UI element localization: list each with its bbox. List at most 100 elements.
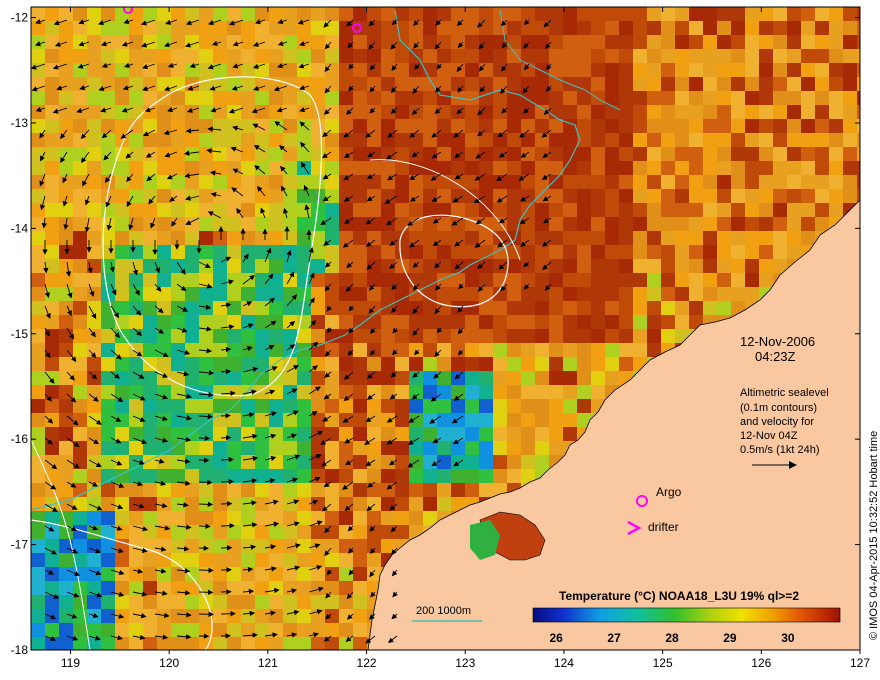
sst-pixel xyxy=(745,161,760,176)
sst-pixel xyxy=(59,133,74,148)
sst-pixel xyxy=(241,287,256,302)
sst-pixel xyxy=(381,427,396,442)
sst-pixel xyxy=(171,21,186,36)
sst-pixel xyxy=(563,133,578,148)
sst-pixel xyxy=(647,301,662,316)
sst-pixel xyxy=(199,399,214,414)
sst-pixel xyxy=(507,413,522,428)
sst-pixel xyxy=(45,161,60,176)
sst-pixel xyxy=(773,147,788,162)
sst-pixel xyxy=(73,273,88,288)
sst-pixel xyxy=(815,203,830,218)
sst-pixel xyxy=(241,119,256,134)
sst-pixel xyxy=(143,287,158,302)
sst-pixel xyxy=(367,301,382,316)
sst-pixel xyxy=(857,49,860,64)
sst-pixel xyxy=(619,245,634,260)
sst-pixel xyxy=(689,35,704,50)
sst-pixel xyxy=(297,553,312,568)
sst-pixel xyxy=(87,259,102,274)
sst-pixel xyxy=(815,21,830,36)
sst-pixel xyxy=(395,49,410,64)
sst-pixel xyxy=(199,469,214,484)
sst-pixel xyxy=(101,49,116,64)
sst-pixel xyxy=(423,259,438,274)
sst-pixel xyxy=(297,567,312,582)
sst-pixel xyxy=(213,287,228,302)
sst-pixel xyxy=(731,77,746,92)
sst-pixel xyxy=(283,175,298,190)
sst-pixel xyxy=(353,609,368,624)
sst-pixel xyxy=(59,315,74,330)
sst-pixel xyxy=(493,49,508,64)
sst-pixel xyxy=(185,161,200,176)
sst-pixel xyxy=(283,301,298,316)
sst-pixel xyxy=(451,301,466,316)
sst-pixel xyxy=(59,147,74,162)
sst-pixel xyxy=(45,245,60,260)
sst-pixel xyxy=(283,497,298,512)
sst-pixel xyxy=(381,259,396,274)
sst-pixel xyxy=(549,91,564,106)
sst-pixel xyxy=(689,231,704,246)
sst-pixel xyxy=(619,301,634,316)
sst-pixel xyxy=(199,91,214,106)
sst-pixel xyxy=(731,91,746,106)
sst-pixel xyxy=(563,343,578,358)
sst-pixel xyxy=(339,147,354,162)
sst-pixel xyxy=(185,623,200,638)
sst-pixel xyxy=(157,567,172,582)
sst-pixel xyxy=(213,217,228,232)
sst-pixel xyxy=(759,49,774,64)
sst-pixel xyxy=(535,455,550,470)
sst-pixel xyxy=(745,63,760,78)
sst-pixel xyxy=(213,553,228,568)
credit-text: © IMOS 04-Apr-2015 10:32:52 Hobart time xyxy=(868,431,880,640)
sst-pixel xyxy=(829,91,844,106)
sst-pixel xyxy=(437,413,452,428)
sst-pixel xyxy=(339,357,354,372)
sst-pixel xyxy=(157,413,172,428)
sst-pixel xyxy=(241,595,256,610)
sst-pixel xyxy=(31,49,46,64)
sst-pixel xyxy=(213,371,228,386)
sst-pixel xyxy=(451,189,466,204)
sst-pixel xyxy=(115,497,130,512)
sst-pixel xyxy=(269,553,284,568)
sst-pixel xyxy=(283,161,298,176)
sst-pixel xyxy=(451,133,466,148)
sst-pixel xyxy=(549,21,564,36)
sst-pixel xyxy=(297,203,312,218)
sst-pixel xyxy=(45,63,60,78)
sst-pixel xyxy=(171,189,186,204)
sst-pixel xyxy=(297,511,312,526)
sst-pixel xyxy=(703,77,718,92)
sst-pixel xyxy=(59,357,74,372)
sst-pixel xyxy=(633,273,648,288)
sst-pixel xyxy=(507,343,522,358)
sst-pixel xyxy=(563,175,578,190)
sst-pixel xyxy=(157,49,172,64)
sst-pixel xyxy=(381,511,396,526)
sst-pixel xyxy=(465,203,480,218)
sst-pixel xyxy=(339,63,354,78)
sst-pixel xyxy=(661,35,676,50)
sst-pixel xyxy=(675,231,690,246)
sst-pixel xyxy=(269,217,284,232)
sst-pixel xyxy=(227,189,242,204)
sst-pixel xyxy=(605,287,620,302)
sst-pixel xyxy=(577,161,592,176)
sst-pixel xyxy=(605,259,620,274)
sst-pixel xyxy=(157,609,172,624)
sst-pixel xyxy=(815,147,830,162)
sst-pixel xyxy=(129,63,144,78)
sst-pixel xyxy=(563,189,578,204)
sst-pixel xyxy=(773,35,788,50)
sst-pixel xyxy=(227,287,242,302)
sst-pixel xyxy=(577,315,592,330)
sst-pixel xyxy=(339,483,354,498)
sst-pixel xyxy=(87,21,102,36)
y-tick-label: -14 xyxy=(11,221,29,235)
sst-pixel xyxy=(87,399,102,414)
sst-pixel xyxy=(297,273,312,288)
